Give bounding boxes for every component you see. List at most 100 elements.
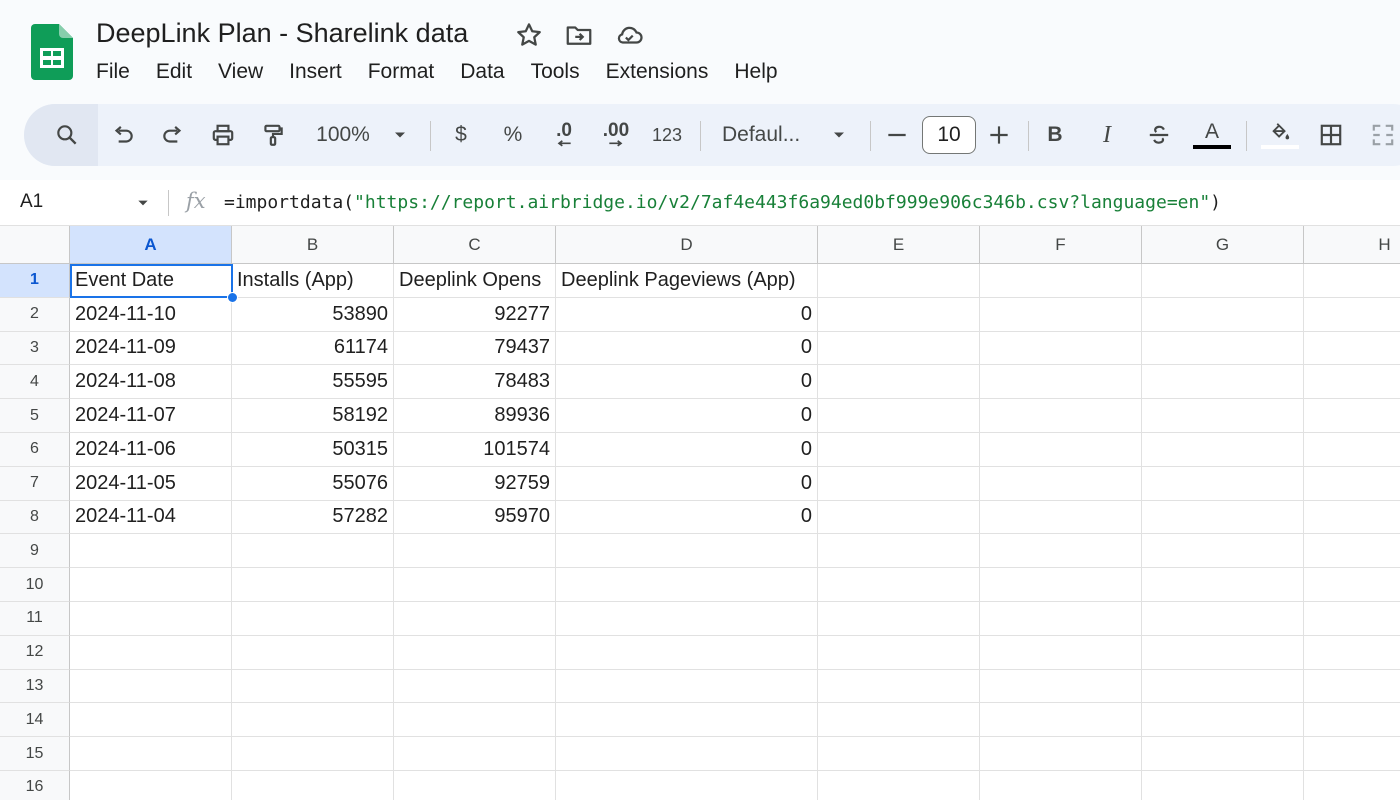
cell-a7[interactable]: 2024-11-05 <box>70 466 232 501</box>
row-header-14[interactable]: 14 <box>0 703 70 738</box>
cell-d16[interactable] <box>556 771 818 800</box>
zoom-select[interactable]: 100% <box>308 104 378 166</box>
redo-icon[interactable] <box>158 104 188 166</box>
cell-g16[interactable] <box>1142 771 1304 800</box>
cell-e14[interactable] <box>818 703 980 738</box>
row-header-3[interactable]: 3 <box>0 331 70 366</box>
search-icon[interactable] <box>52 104 82 166</box>
cell-e11[interactable] <box>818 602 980 636</box>
row-header-7[interactable]: 7 <box>0 466 70 501</box>
text-color-button[interactable]: A <box>1192 104 1232 166</box>
cell-a14[interactable] <box>70 703 232 738</box>
cell-c16[interactable] <box>394 771 556 800</box>
menu-extensions[interactable]: Extensions <box>593 60 722 84</box>
cell-h2[interactable] <box>1304 298 1400 332</box>
cell-c4[interactable]: 78483 <box>394 365 556 400</box>
column-header-c[interactable]: C <box>394 226 556 264</box>
cell-g12[interactable] <box>1142 635 1304 670</box>
cell-e5[interactable] <box>818 399 980 433</box>
cell-b9[interactable] <box>232 534 394 569</box>
cell-h3[interactable] <box>1304 332 1400 366</box>
column-header-a[interactable]: A <box>70 226 232 264</box>
cell-b6[interactable]: 50315 <box>232 433 394 467</box>
cell-g10[interactable] <box>1142 568 1304 602</box>
cell-b8[interactable]: 57282 <box>232 500 394 535</box>
cell-e8[interactable] <box>818 500 980 535</box>
decrease-decimal-button[interactable]: .0 <box>546 104 582 166</box>
cell-b4[interactable]: 55595 <box>232 365 394 400</box>
cell-d9[interactable] <box>556 534 818 569</box>
menu-tools[interactable]: Tools <box>518 60 593 84</box>
move-to-folder-icon[interactable] <box>564 20 594 50</box>
cell-h11[interactable] <box>1304 602 1400 636</box>
cell-a3[interactable]: 2024-11-09 <box>70 331 232 366</box>
cell-c5[interactable]: 89936 <box>394 399 556 433</box>
cell-g9[interactable] <box>1142 534 1304 569</box>
star-icon[interactable] <box>514 20 544 50</box>
menu-data[interactable]: Data <box>447 60 517 84</box>
cell-f7[interactable] <box>980 466 1142 501</box>
cell-c2[interactable]: 92277 <box>394 297 556 332</box>
cell-d13[interactable] <box>556 669 818 704</box>
italic-button[interactable]: I <box>1094 104 1120 166</box>
cell-e7[interactable] <box>818 466 980 501</box>
cell-e1[interactable] <box>818 264 980 298</box>
cell-a10[interactable] <box>70 568 232 602</box>
cell-f8[interactable] <box>980 500 1142 535</box>
cell-c15[interactable] <box>394 737 556 771</box>
document-title[interactable]: DeepLink Plan - Sharelink data <box>96 18 468 49</box>
cell-f5[interactable] <box>980 399 1142 433</box>
row-header-8[interactable]: 8 <box>0 500 70 535</box>
cell-b10[interactable] <box>232 568 394 602</box>
column-header-e[interactable]: E <box>818 226 980 264</box>
cell-a15[interactable] <box>70 737 232 771</box>
cell-g14[interactable] <box>1142 703 1304 738</box>
row-header-6[interactable]: 6 <box>0 433 70 467</box>
fill-color-icon[interactable] <box>1260 104 1300 166</box>
cell-d15[interactable] <box>556 737 818 771</box>
row-header-12[interactable]: 12 <box>0 635 70 670</box>
cell-e15[interactable] <box>818 737 980 771</box>
cell-f4[interactable] <box>980 365 1142 400</box>
cell-h5[interactable] <box>1304 399 1400 433</box>
cell-h9[interactable] <box>1304 534 1400 569</box>
cell-f13[interactable] <box>980 669 1142 704</box>
fill-handle[interactable] <box>227 292 238 303</box>
cell-e16[interactable] <box>818 771 980 800</box>
sheets-logo-icon[interactable] <box>31 24 73 80</box>
cell-e6[interactable] <box>818 433 980 467</box>
increase-font-size-icon[interactable] <box>986 104 1012 166</box>
cell-d12[interactable] <box>556 635 818 670</box>
menu-edit[interactable]: Edit <box>143 60 205 84</box>
cell-d8[interactable]: 0 <box>556 500 818 535</box>
cell-h16[interactable] <box>1304 771 1400 800</box>
cell-b3[interactable]: 61174 <box>232 331 394 366</box>
cell-h1[interactable] <box>1304 264 1400 298</box>
cell-e10[interactable] <box>818 568 980 602</box>
strikethrough-icon[interactable] <box>1144 104 1174 166</box>
cell-d3[interactable]: 0 <box>556 331 818 366</box>
column-header-f[interactable]: F <box>980 226 1142 264</box>
percent-format-button[interactable]: % <box>498 104 528 166</box>
cell-f9[interactable] <box>980 534 1142 569</box>
cell-e13[interactable] <box>818 669 980 704</box>
cell-c13[interactable] <box>394 669 556 704</box>
font-size-input[interactable]: 10 <box>922 116 976 154</box>
cell-d6[interactable]: 0 <box>556 433 818 467</box>
cell-c14[interactable] <box>394 703 556 738</box>
cell-a1[interactable]: Event Date <box>70 264 232 298</box>
cell-b5[interactable]: 58192 <box>232 399 394 433</box>
cell-d11[interactable] <box>556 602 818 636</box>
formula-input[interactable]: =importdata("https://report.airbridge.io… <box>224 192 1221 213</box>
row-header-11[interactable]: 11 <box>0 602 70 636</box>
cell-f15[interactable] <box>980 737 1142 771</box>
cell-f16[interactable] <box>980 771 1142 800</box>
cell-f1[interactable] <box>980 264 1142 298</box>
cell-c12[interactable] <box>394 635 556 670</box>
row-header-4[interactable]: 4 <box>0 365 70 400</box>
cell-h14[interactable] <box>1304 703 1400 738</box>
currency-format-button[interactable]: $ <box>446 104 476 166</box>
row-header-5[interactable]: 5 <box>0 399 70 433</box>
cell-b1[interactable]: Installs (App) <box>232 264 394 298</box>
column-header-d[interactable]: D <box>556 226 818 264</box>
